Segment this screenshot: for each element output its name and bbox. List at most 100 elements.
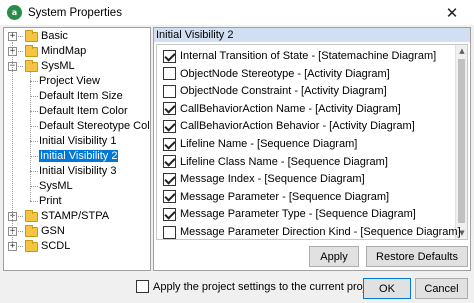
tree-item-label: MindMap [41, 45, 87, 57]
tree-connector [30, 141, 38, 142]
option-checkbox[interactable] [163, 119, 176, 133]
tree-connector [30, 96, 38, 97]
settings-tree[interactable]: + Basic + MindMap − SysML Project View Default … [3, 27, 151, 271]
tree-connector [30, 111, 38, 112]
tree-item-initial-visibility-1[interactable]: Initial Visibility 1 [4, 134, 150, 149]
tree-item-project-view[interactable]: Project View [4, 74, 150, 89]
tree-item-label: Default Item Size [39, 90, 123, 102]
visibility-option[interactable]: Message Parameter Type - [Sequence Diagr… [163, 205, 416, 223]
option-checkbox[interactable] [163, 190, 176, 204]
visibility-option[interactable]: Message Parameter - [Sequence Diagram] [163, 188, 389, 206]
panel-header: Initial Visibility 2 [154, 28, 470, 42]
tree-connector [30, 186, 38, 187]
visibility-option[interactable]: Message Index - [Sequence Diagram] [163, 170, 365, 188]
tree-connector [18, 36, 23, 37]
option-label: Lifeline Class Name - [Sequence Diagram] [180, 155, 388, 168]
cancel-button[interactable]: Cancel [415, 278, 468, 299]
option-checkbox[interactable] [163, 172, 176, 186]
tree-item-sysml[interactable]: − SysML [4, 59, 150, 74]
folder-icon [25, 60, 38, 72]
tree-item-label: Basic [41, 30, 68, 42]
visibility-option[interactable]: CallBehaviorAction Name - [Activity Diag… [163, 100, 401, 118]
tree-item-label: Default Stereotype Color [39, 120, 151, 132]
ok-button[interactable]: OK [363, 278, 411, 299]
tree-item-scdl[interactable]: + SCDL [4, 239, 150, 254]
option-label: Message Parameter Type - [Sequence Diagr… [180, 208, 416, 221]
restore-defaults-button[interactable]: Restore Defaults [366, 246, 468, 267]
apply-project-settings-checkbox[interactable] [136, 280, 149, 293]
tree-guide-line [30, 71, 31, 201]
tree-item-sysml[interactable]: SysML [4, 179, 150, 194]
visibility-option[interactable]: Lifeline Class Name - [Sequence Diagram] [163, 153, 388, 171]
apply-project-settings-label: Apply the project settings to the curren… [153, 280, 380, 293]
tree-item-label: Initial Visibility 3 [39, 165, 117, 177]
folder-icon [25, 225, 38, 237]
option-label: ObjectNode Stereotype - [Activity Diagra… [180, 67, 390, 80]
option-label: Lifeline Name - [Sequence Diagram] [180, 138, 358, 150]
option-label: Message Parameter - [Sequence Diagram] [180, 190, 390, 203]
tree-item-initial-visibility-2[interactable]: Initial Visibility 2 [4, 149, 150, 164]
expand-icon[interactable]: + [8, 32, 17, 41]
tree-item-label: Print [39, 195, 62, 207]
option-checkbox[interactable] [163, 155, 176, 169]
close-icon[interactable]: ✕ [430, 0, 474, 25]
folder-icon [25, 240, 38, 252]
tree-item-default-item-size[interactable]: Default Item Size [4, 89, 150, 104]
tree-item-stamp-stpa[interactable]: + STAMP/STPA [4, 209, 150, 224]
visibility-option[interactable]: ObjectNode Stereotype - [Activity Diagra… [163, 65, 390, 83]
option-checkbox[interactable] [163, 84, 176, 98]
visibility-option[interactable]: Lifeline Name - [Sequence Diagram] [163, 135, 357, 153]
option-label: CallBehaviorAction Behavior - [Activity … [180, 120, 415, 133]
app-icon: a [7, 5, 22, 20]
tree-item-label: SCDL [41, 240, 71, 252]
visibility-option[interactable]: ObjectNode Constraint - [Activity Diagra… [163, 82, 387, 100]
visibility-options-list[interactable]: ▲ ▼ Internal Transition of State - [Stat… [156, 44, 468, 240]
option-checkbox[interactable] [163, 102, 176, 116]
tree-connector [30, 171, 38, 172]
option-label: Message Parameter Direction Kind - [Sequ… [180, 226, 461, 238]
tree-connector [18, 51, 23, 52]
scroll-thumb[interactable] [458, 59, 465, 223]
tree-connector [30, 156, 38, 157]
vertical-scrollbar[interactable]: ▲ ▼ [455, 45, 467, 239]
folder-icon [25, 45, 38, 57]
option-label: Message Index - [Sequence Diagram] [180, 173, 365, 186]
tree-item-default-item-color[interactable]: Default Item Color [4, 104, 150, 119]
visibility-option[interactable]: Message Parameter Direction Kind - [Sequ… [163, 223, 461, 239]
tree-connector [18, 231, 23, 232]
option-checkbox[interactable] [163, 207, 176, 221]
tree-item-basic[interactable]: + Basic [4, 29, 150, 44]
apply-project-settings-option[interactable]: Apply the project settings to the curren… [136, 280, 380, 293]
tree-item-gsn[interactable]: + GSN [4, 224, 150, 239]
tree-item-print[interactable]: Print [4, 194, 150, 209]
tree-item-label: Initial Visibility 1 [39, 135, 117, 147]
tree-connector [18, 216, 23, 217]
visibility-option[interactable]: Internal Transition of State - [Statemac… [163, 47, 436, 65]
option-checkbox[interactable] [163, 67, 176, 81]
scroll-up-icon[interactable]: ▲ [456, 45, 467, 57]
tree-item-label: Project View [39, 75, 100, 87]
tree-connector [18, 66, 23, 67]
tree-item-label: Initial Visibility 2 [39, 150, 119, 162]
option-checkbox[interactable] [163, 49, 176, 63]
tree-item-label: SysML [39, 180, 73, 192]
settings-panel: Initial Visibility 2 ▲ ▼ Internal Transi… [153, 27, 471, 271]
tree-connector [18, 246, 23, 247]
folder-icon [25, 210, 38, 222]
tree-item-label: SysML [41, 60, 75, 72]
option-label: Internal Transition of State - [Statemac… [180, 50, 437, 62]
tree-item-default-stereotype-color[interactable]: Default Stereotype Color [4, 119, 151, 134]
title-bar: a System Properties ✕ [0, 0, 474, 25]
tree-connector [30, 201, 38, 202]
option-checkbox[interactable] [163, 137, 176, 151]
tree-item-mindmap[interactable]: + MindMap [4, 44, 150, 59]
apply-button[interactable]: Apply [309, 246, 359, 267]
option-label: CallBehaviorAction Name - [Activity Diag… [180, 102, 401, 115]
tree-item-initial-visibility-3[interactable]: Initial Visibility 3 [4, 164, 150, 179]
tree-connector [30, 81, 38, 82]
window-title: System Properties [28, 6, 122, 19]
tree-connector [30, 126, 38, 127]
option-checkbox[interactable] [163, 225, 176, 239]
tree-item-label: Default Item Color [39, 105, 128, 117]
visibility-option[interactable]: CallBehaviorAction Behavior - [Activity … [163, 117, 415, 135]
